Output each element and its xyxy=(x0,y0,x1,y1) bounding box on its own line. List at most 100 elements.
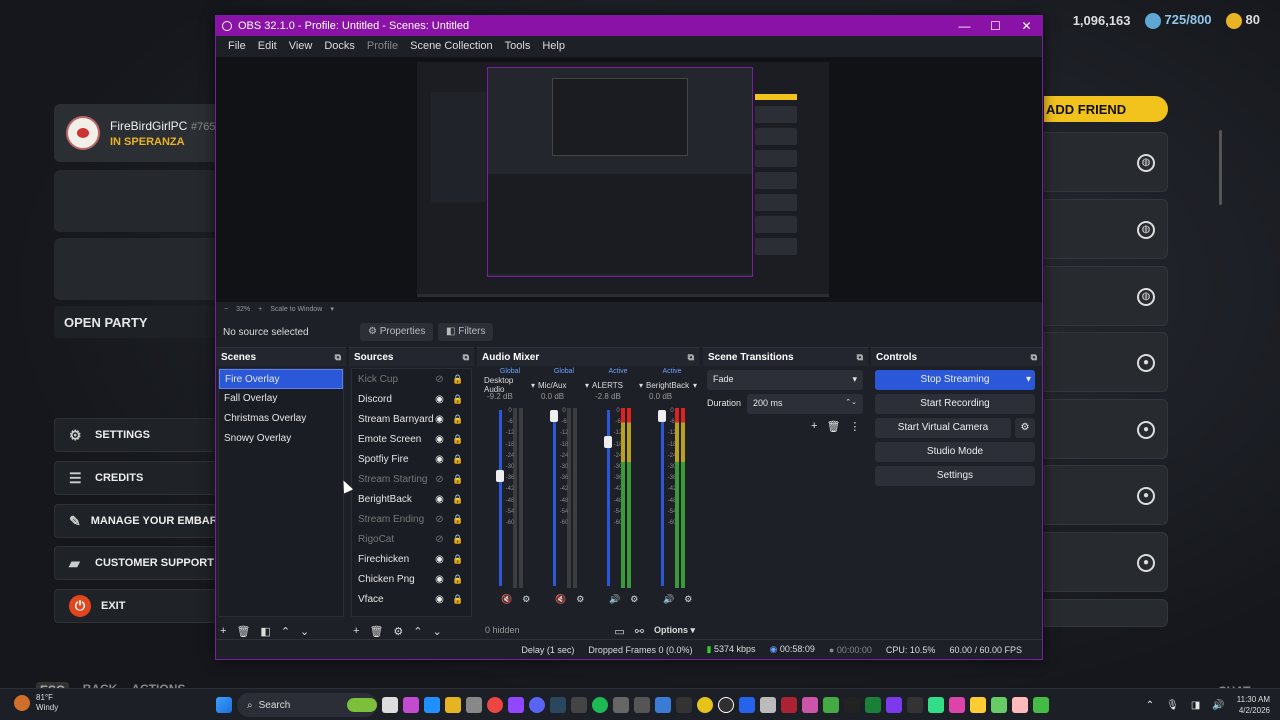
undock-icon[interactable]: ⧉ xyxy=(1031,352,1037,363)
app-icon[interactable] xyxy=(886,697,902,713)
exit-menu-button[interactable]: ⏻ EXIT xyxy=(54,589,224,623)
eye-icon[interactable]: ◉ xyxy=(434,574,445,585)
lock-icon[interactable]: 🔒 xyxy=(452,434,463,445)
scene-item[interactable]: Christmas Overlay xyxy=(219,409,343,429)
eye-icon[interactable]: ◉ xyxy=(434,434,445,445)
maximize-icon[interactable]: ☐ xyxy=(980,19,1011,33)
properties-button[interactable]: ⚙ Properties xyxy=(360,323,434,341)
close-icon[interactable]: ✕ xyxy=(1011,19,1042,33)
eye-icon[interactable]: ◉ xyxy=(434,414,445,425)
app-icon[interactable] xyxy=(949,697,965,713)
spotify-icon[interactable] xyxy=(592,697,608,713)
friend-slot[interactable]: ● xyxy=(1044,399,1168,459)
app-icon[interactable] xyxy=(424,697,440,713)
channel-name[interactable]: BerightBack ▾ xyxy=(643,378,701,392)
volume-slider-track[interactable] xyxy=(661,410,664,586)
source-item[interactable]: Kick Cup ⊘ 🔒 xyxy=(352,369,471,389)
eye-off-icon[interactable]: ⊘ xyxy=(434,374,445,385)
eye-icon[interactable]: ◉ xyxy=(434,454,445,465)
eye-icon[interactable]: ◉ xyxy=(434,594,445,605)
app-icon[interactable] xyxy=(760,697,776,713)
trash-icon[interactable]: 🗑 xyxy=(369,625,383,638)
lock-icon[interactable]: 🔒 xyxy=(452,414,463,425)
eye-icon[interactable]: ◉ xyxy=(434,494,445,505)
source-item[interactable]: BerightBack ◉ 🔒 xyxy=(352,489,471,509)
app-icon[interactable] xyxy=(739,697,755,713)
clock[interactable]: 11:30 AM 4/2/2026 xyxy=(1237,694,1270,716)
eye-icon[interactable]: ◉ xyxy=(434,554,445,565)
friend-slot[interactable] xyxy=(1044,599,1168,627)
source-item[interactable]: Emote Screen ◉ 🔒 xyxy=(352,429,471,449)
eye-icon[interactable]: ◉ xyxy=(434,394,445,405)
eye-off-icon[interactable]: ⊘ xyxy=(434,534,445,545)
start-virtual-camera-button[interactable]: Start Virtual Camera xyxy=(875,418,1011,438)
chrome-icon[interactable] xyxy=(487,697,503,713)
scene-item[interactable]: Fire Overlay xyxy=(219,369,343,389)
trash-icon[interactable]: 🗑 xyxy=(826,420,840,433)
scene-item[interactable]: Fall Overlay xyxy=(219,389,343,409)
gear-icon[interactable]: ⚙ xyxy=(1015,418,1035,438)
chevron-down-icon[interactable]: ▾ xyxy=(330,305,334,313)
source-item[interactable]: Spotfiy Fire ◉ 🔒 xyxy=(352,449,471,469)
undock-icon[interactable]: ⧉ xyxy=(688,352,694,363)
down-icon[interactable]: ⌄ xyxy=(300,625,309,638)
app-icon[interactable] xyxy=(970,697,986,713)
folder-icon[interactable] xyxy=(445,697,461,713)
open-party-button[interactable]: OPEN PARTY xyxy=(54,306,224,338)
zoom-in-icon[interactable]: + xyxy=(258,306,262,313)
support-menu-button[interactable]: ▰ CUSTOMER SUPPORT xyxy=(54,546,224,580)
taskbar-search[interactable]: ⌕ Search xyxy=(237,693,377,717)
friend-slot[interactable]: ● xyxy=(1044,532,1168,592)
party-slot-1[interactable] xyxy=(54,170,224,232)
settings-icon[interactable]: ⚙ xyxy=(522,594,530,605)
down-icon[interactable]: ⌄ xyxy=(433,625,442,638)
network-icon[interactable]: ◨ xyxy=(1191,700,1200,711)
chevron-down-icon[interactable]: ▾ xyxy=(1026,370,1031,390)
settings-icon[interactable]: ⚙ xyxy=(576,594,584,605)
app-icon[interactable] xyxy=(802,697,818,713)
settings-icon[interactable]: ⚙ xyxy=(684,594,692,605)
volume-slider-thumb[interactable] xyxy=(496,469,504,482)
source-item[interactable]: Stream Barnyard ◉ 🔒 xyxy=(352,409,471,429)
lock-icon[interactable]: 🔒 xyxy=(452,534,463,545)
credits-menu-button[interactable]: ☰ CREDITS xyxy=(54,461,224,495)
windows-start-icon[interactable] xyxy=(216,697,232,713)
chevron-up-icon[interactable]: ⌃ xyxy=(1146,700,1154,711)
add-icon[interactable]: + xyxy=(811,420,817,433)
player-card[interactable]: FireBirdGirlPC #7652 IN SPERANZA xyxy=(54,104,224,162)
source-item[interactable]: Chicken Png ◉ 🔒 xyxy=(352,569,471,589)
menu-docks[interactable]: Docks xyxy=(318,40,361,52)
volume-slider-thumb[interactable] xyxy=(550,410,558,422)
menu-edit[interactable]: Edit xyxy=(252,40,283,52)
mute-icon[interactable]: 🔇 xyxy=(555,594,566,605)
lock-icon[interactable]: 🔒 xyxy=(452,474,463,485)
scale-mode[interactable]: Scale to Window xyxy=(270,306,322,313)
menu-tools[interactable]: Tools xyxy=(499,40,537,52)
obs-titlebar[interactable]: OBS 32.1.0 - Profile: Untitled - Scenes:… xyxy=(216,16,1042,36)
undock-icon[interactable]: ⧉ xyxy=(463,352,469,363)
zoom-out-icon[interactable]: − xyxy=(224,306,228,313)
app-icon[interactable] xyxy=(613,697,629,713)
layout-icon[interactable]: ▭ xyxy=(614,625,624,638)
lock-icon[interactable]: 🔒 xyxy=(452,374,463,385)
discord-icon[interactable] xyxy=(529,697,545,713)
taskview-icon[interactable] xyxy=(382,697,398,713)
add-friend-button[interactable]: ADD FRIEND xyxy=(1044,96,1168,122)
game-icon[interactable] xyxy=(571,697,587,713)
lock-icon[interactable]: 🔒 xyxy=(452,394,463,405)
app-icon[interactable] xyxy=(676,697,692,713)
volume-icon[interactable]: 🔊 xyxy=(663,594,674,605)
copilot-icon[interactable] xyxy=(403,697,419,713)
settings-button[interactable]: Settings xyxy=(875,466,1035,486)
app-icon[interactable] xyxy=(928,697,944,713)
undock-icon[interactable]: ⧉ xyxy=(857,352,863,363)
app-icon[interactable] xyxy=(655,697,671,713)
friend-slot[interactable]: ◍ xyxy=(1044,132,1168,192)
volume-slider-track[interactable] xyxy=(499,410,502,586)
filters-button[interactable]: ◧ Filters xyxy=(438,323,494,341)
menu-scene-collection[interactable]: Scene Collection xyxy=(404,40,499,52)
stepper-icon[interactable]: ⌃⌄ xyxy=(845,398,857,406)
trash-icon[interactable]: 🗑 xyxy=(236,625,250,638)
link-icon[interactable]: ⚯ xyxy=(635,625,644,638)
options-button[interactable]: Options ▾ xyxy=(654,625,695,638)
